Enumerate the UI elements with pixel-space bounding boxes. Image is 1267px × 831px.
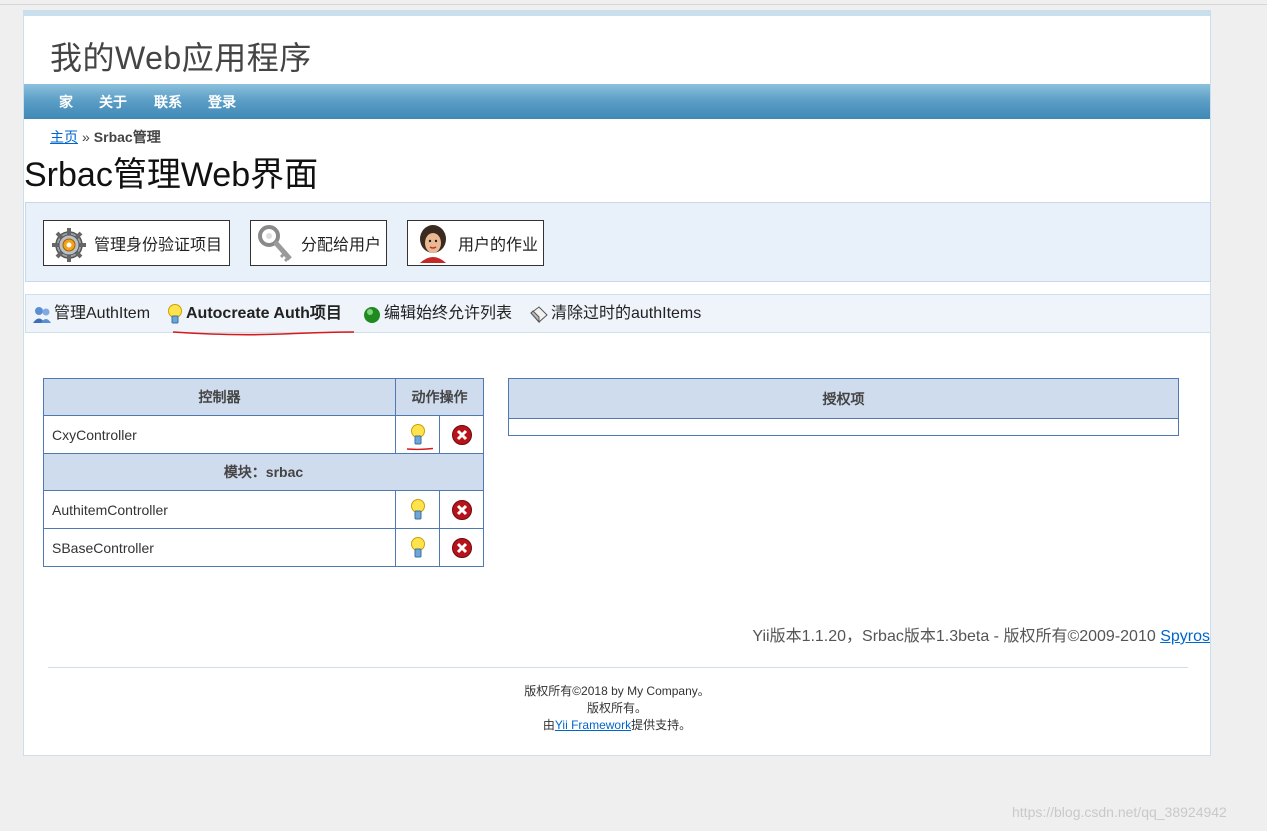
version-info: Yii版本1.1.20，Srbac版本1.3beta - 版权所有©2009-2… — [752, 622, 1210, 646]
watermark: https://blog.csdn.net/qq_38924942 — [1012, 804, 1227, 820]
srbac-subnav: 管理AuthItem Autocreate Auth项目 编辑始终允许列表 清除… — [25, 294, 1211, 333]
subnav-manage-authitem[interactable]: 管理AuthItem — [32, 295, 150, 333]
menu-item-about[interactable]: 关于 — [99, 84, 127, 120]
subnav-clear-obsolete[interactable]: 清除过时的authItems — [529, 295, 701, 333]
menu-item-contact[interactable]: 联系 — [154, 84, 182, 120]
window-top-rule — [0, 4, 1267, 5]
user-avatar-icon — [412, 222, 454, 264]
menu-item-login[interactable]: 登录 — [208, 84, 236, 120]
footer-copyright: 版权所有©2018 by My Company。 — [524, 684, 710, 698]
main-menu: 家 关于 联系 登录 — [24, 84, 1210, 119]
table-row — [508, 418, 1179, 436]
module-row: 模块：srbac — [43, 453, 484, 491]
controllers-table: 控制器 动作操作 CxyController 模块：srbac Authitem… — [43, 378, 484, 567]
delete-icon[interactable] — [451, 537, 473, 559]
footer-powered: 由Yii Framework提供支持。 — [24, 717, 1210, 734]
controller-name: SBaseController — [43, 528, 396, 567]
green-dot-icon — [364, 307, 380, 323]
auth-items-header: 授权项 — [508, 378, 1179, 419]
users-icon — [33, 307, 51, 323]
manage-auth-items-label: 管理身份验证项目 — [94, 237, 223, 254]
delete-action-cell — [439, 415, 484, 454]
yii-framework-link[interactable]: Yii Framework — [555, 718, 631, 732]
user-assignments-label: 用户的作业 — [458, 237, 539, 254]
assign-to-users-label: 分配给用户 — [301, 237, 382, 254]
srbac-actions-panel: 管理身份验证项目 分配给用户 用户的作业 — [25, 202, 1211, 282]
keys-icon — [255, 222, 297, 264]
controller-name: CxyController — [43, 415, 396, 454]
gears-icon — [48, 222, 90, 264]
autocreate-action-cell — [395, 528, 440, 567]
menu-item-home[interactable]: 家 — [59, 84, 73, 120]
annotation-underline-small — [407, 447, 433, 451]
subnav-label: Autocreate Auth项目 — [186, 305, 342, 322]
lightbulb-icon[interactable] — [409, 498, 427, 522]
actions-column-header: 动作操作 — [395, 378, 484, 416]
breadcrumb-separator: » — [82, 129, 90, 145]
version-text: Yii版本1.1.20，Srbac版本1.3beta - 版权所有©2009-2… — [752, 628, 1161, 645]
subnav-label: 管理AuthItem — [54, 305, 151, 322]
delete-action-cell — [439, 528, 484, 567]
page-title: Srbac管理Web界面 — [24, 156, 319, 194]
assign-to-users-button[interactable]: 分配给用户 — [250, 220, 387, 266]
footer-rights: 版权所有。 — [586, 701, 647, 715]
delete-icon[interactable] — [451, 424, 473, 446]
module-header: 模块：srbac — [43, 453, 484, 491]
subnav-edit-always-allowed[interactable]: 编辑始终允许列表 — [362, 295, 512, 333]
table-row: AuthitemController — [43, 490, 484, 529]
footer-powered-suffix: 提供支持。 — [631, 718, 692, 732]
subnav-label: 编辑始终允许列表 — [384, 305, 513, 322]
controller-name: AuthitemController — [43, 490, 396, 529]
lightbulb-icon — [168, 304, 182, 324]
breadcrumb-current: Srbac管理 — [93, 129, 161, 145]
lightbulb-icon[interactable] — [409, 536, 427, 560]
lightbulb-icon[interactable] — [409, 423, 427, 447]
autocreate-action-cell — [395, 490, 440, 529]
page-top-border — [24, 11, 1210, 16]
spyros-link[interactable]: Spyros — [1160, 628, 1210, 645]
delete-icon[interactable] — [451, 499, 473, 521]
breadcrumb-home-link[interactable]: 主页 — [50, 129, 78, 145]
subnav-label: 清除过时的authItems — [551, 305, 702, 322]
site-title: 我的Web应用程序 — [50, 40, 312, 76]
footer-divider — [48, 667, 1188, 668]
subnav-autocreate-auth[interactable]: Autocreate Auth项目 — [166, 295, 342, 333]
auth-items-empty-cell — [508, 418, 1179, 436]
page-container: 我的Web应用程序 家 关于 联系 登录 主页» Srbac管理 Srbac管理W… — [23, 10, 1211, 756]
auth-items-table: 授权项 — [508, 378, 1179, 436]
footer-powered-prefix: 由 — [542, 718, 555, 732]
breadcrumb: 主页» Srbac管理 — [50, 127, 161, 147]
delete-action-cell — [439, 490, 484, 529]
controller-column-header: 控制器 — [43, 378, 396, 416]
annotation-underline — [172, 331, 355, 336]
manage-auth-items-button[interactable]: 管理身份验证项目 — [43, 220, 230, 266]
user-assignments-button[interactable]: 用户的作业 — [407, 220, 544, 266]
table-row: SBaseController — [43, 528, 484, 567]
eraser-icon — [530, 306, 548, 324]
footer: 版权所有©2018 by My Company。 版权所有。 由Yii Fram… — [24, 683, 1210, 734]
